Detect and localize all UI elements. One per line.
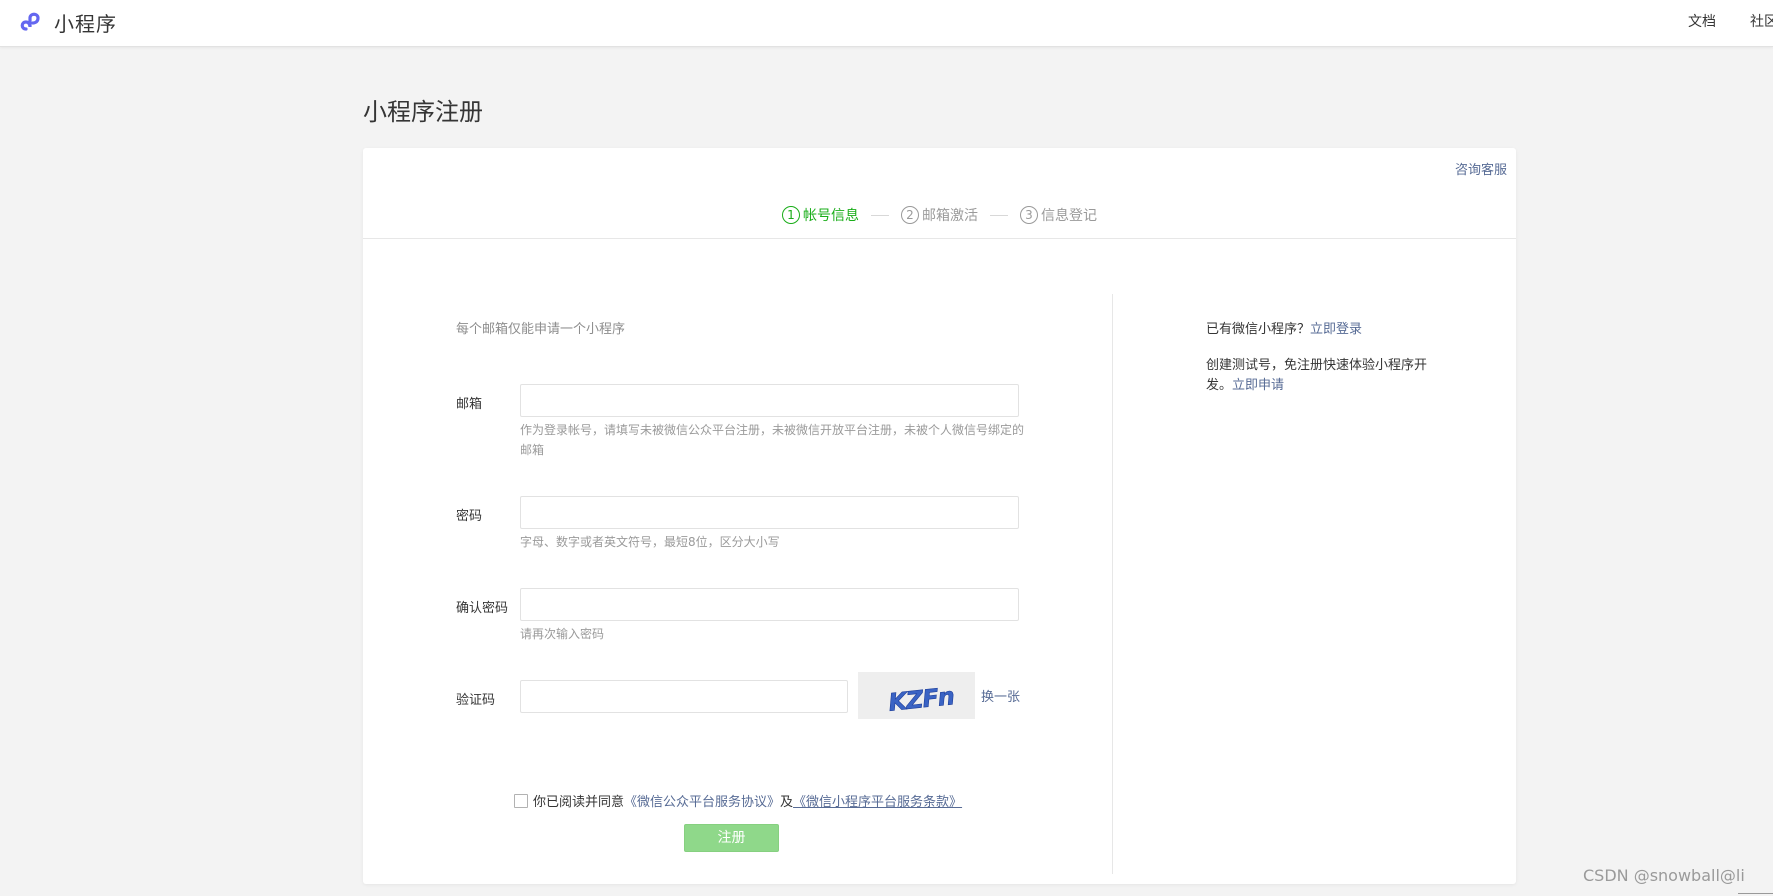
confirm-password-hint: 请再次输入密码 [520,627,605,641]
step-number: 2 [901,206,919,224]
login-prompt: 已有微信小程序？ [1206,322,1311,337]
password-input[interactable] [520,496,1019,529]
email-label: 邮箱 [456,397,483,412]
top-navbar: 小程序 文档 社区 [0,0,1773,47]
nav-docs-link[interactable]: 文档 [1688,11,1716,31]
captcha-graphic: KZFn [887,682,956,717]
step-label: 信息登记 [1041,208,1097,224]
step-info-registration: 3 信息登记 [1020,205,1097,225]
captcha-text: KZFn [887,682,955,717]
email-hint: 作为登录帐号，请填写未被微信公众平台注册，未被微信开放平台注册，未被个人微信号绑… [520,423,1025,457]
captcha-image[interactable]: KZFn [858,672,975,719]
form-tip: 每个邮箱仅能申请一个小程序 [456,322,626,337]
service-agreement-link[interactable]: 《微信公众平台服务协议》 [624,791,780,810]
side-login: 已有微信小程序？立即登录 [1206,318,1362,337]
step-account-info: 1 帐号信息 [782,205,859,225]
side-test-account: 创建测试号，免注册快速体验小程序开发。立即申请 [1206,356,1431,396]
confirm-password-input[interactable] [520,588,1019,621]
csdn-watermark: CSDN @snowball@li [1583,866,1745,885]
step-indicator: 1 帐号信息 2 邮箱激活 3 信息登记 [363,205,1516,225]
step-label: 邮箱激活 [922,208,978,224]
register-card: 咨询客服 1 帐号信息 2 邮箱激活 3 信息登记 每个邮箱仅能申请一个小程序 … [363,148,1516,884]
consult-service-link[interactable]: 咨询客服 [1455,159,1507,178]
nav-community-link[interactable]: 社区 [1750,11,1773,31]
miniprogram-logo-icon [20,12,40,31]
logo-text: 小程序 [54,12,117,36]
step-label: 帐号信息 [803,208,859,224]
page-title: 小程序注册 [363,98,483,126]
register-button[interactable]: 注册 [684,824,779,852]
step-email-activation: 2 邮箱激活 [901,205,978,225]
step-connector [990,214,1008,216]
corner-line [1738,893,1773,894]
captcha-refresh-link[interactable]: 换一张 [981,686,1020,705]
password-hint: 字母、数字或者英文符号，最短8位，区分大小写 [520,535,780,549]
captcha-input[interactable] [520,680,848,713]
apply-now-link[interactable]: 立即申请 [1232,378,1284,393]
confirm-password-label: 确认密码 [456,601,509,616]
service-terms-link[interactable]: 《微信小程序平台服务条款》 [793,791,962,810]
login-now-link[interactable]: 立即登录 [1310,322,1362,337]
captcha-label: 验证码 [456,693,496,708]
column-divider [1112,294,1113,874]
header-divider [363,238,1516,239]
logo[interactable]: 小程序 [18,8,117,37]
password-label: 密码 [456,509,483,524]
agreement-row: 你已阅读并同意 《微信公众平台服务协议》 及 《微信小程序平台服务条款》 [514,791,962,810]
step-number: 3 [1020,206,1038,224]
agreement-conjunction: 及 [780,795,794,810]
agreement-prefix: 你已阅读并同意 [533,795,625,810]
step-connector [871,214,889,216]
agreement-checkbox[interactable] [514,793,528,808]
step-number: 1 [782,206,800,224]
email-input[interactable] [520,384,1019,417]
